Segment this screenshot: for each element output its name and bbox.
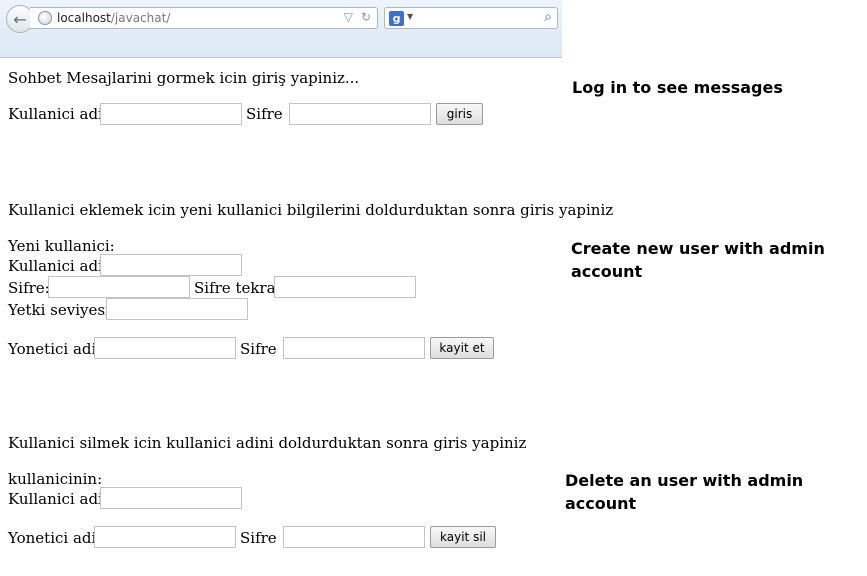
add-admin-password-label: Sifre : bbox=[240, 340, 287, 358]
google-icon[interactable]: g bbox=[389, 11, 404, 26]
permission-level-input[interactable] bbox=[106, 298, 248, 320]
annotation-delete-line1: Delete an user with admin bbox=[565, 471, 804, 490]
delete-button[interactable]: kayit sil bbox=[430, 526, 496, 548]
back-arrow-icon: ← bbox=[13, 9, 27, 29]
login-button[interactable]: giris bbox=[436, 103, 483, 125]
browser-toolbar: ← localhost/javachat/ ▽ ↻ g ▼ ⌕ bbox=[0, 0, 562, 58]
new-user-section-label: Yeni kullanici: bbox=[8, 237, 115, 255]
dropdown-arrow-icon[interactable]: ▽ bbox=[344, 10, 353, 24]
delete-admin-name-input[interactable] bbox=[94, 526, 236, 548]
new-password-input[interactable] bbox=[48, 276, 190, 298]
permission-level-label: Yetki seviyesi: bbox=[8, 301, 115, 319]
reload-icon[interactable]: ↻ bbox=[361, 10, 371, 24]
add-admin-password-input[interactable] bbox=[283, 337, 425, 359]
login-password-input[interactable] bbox=[289, 103, 431, 125]
new-password-repeat-input[interactable] bbox=[274, 276, 416, 298]
delete-admin-password-label: Sifre : bbox=[240, 529, 287, 547]
add-admin-name-input[interactable] bbox=[94, 337, 236, 359]
delete-user-intro: Kullanici silmek icin kullanici adini do… bbox=[8, 434, 527, 452]
login-username-input[interactable] bbox=[100, 103, 242, 125]
add-user-intro: Kullanici eklemek icin yeni kullanici bi… bbox=[8, 201, 614, 219]
search-icon[interactable]: ⌕ bbox=[544, 9, 552, 25]
new-password-label: Sifre: bbox=[8, 279, 50, 297]
annotation-login: Log in to see messages bbox=[572, 78, 783, 97]
search-bar[interactable]: g ▼ ⌕ bbox=[384, 7, 558, 29]
delete-username-label: Kullanici adi: bbox=[8, 490, 108, 508]
annotation-delete-line2: account bbox=[565, 494, 637, 513]
login-username-label: Kullanici adi: bbox=[8, 105, 108, 123]
annotation-create-line1: Create new user with admin bbox=[571, 239, 825, 258]
url-path: /javachat/ bbox=[110, 11, 171, 25]
add-admin-name-label: Yonetici adi: bbox=[8, 340, 102, 358]
url-host: localhost bbox=[57, 11, 111, 25]
new-username-label: Kullanici adi: bbox=[8, 257, 108, 275]
new-username-input[interactable] bbox=[100, 254, 242, 276]
login-intro: Sohbet Mesajlarini gormek icin giriş yap… bbox=[8, 69, 360, 87]
delete-section-label: kullanicinin: bbox=[8, 470, 103, 488]
address-bar[interactable]: localhost/javachat/ ▽ ↻ bbox=[30, 7, 378, 29]
globe-icon bbox=[38, 11, 52, 25]
delete-admin-password-input[interactable] bbox=[283, 526, 425, 548]
delete-admin-name-label: Yonetici adi: bbox=[8, 529, 102, 547]
delete-username-input[interactable] bbox=[100, 487, 242, 509]
search-engine-dropdown-icon[interactable]: ▼ bbox=[407, 12, 413, 21]
register-button[interactable]: kayit et bbox=[430, 337, 494, 359]
login-password-label: Sifre : bbox=[246, 105, 293, 123]
annotation-create-line2: account bbox=[571, 262, 643, 281]
